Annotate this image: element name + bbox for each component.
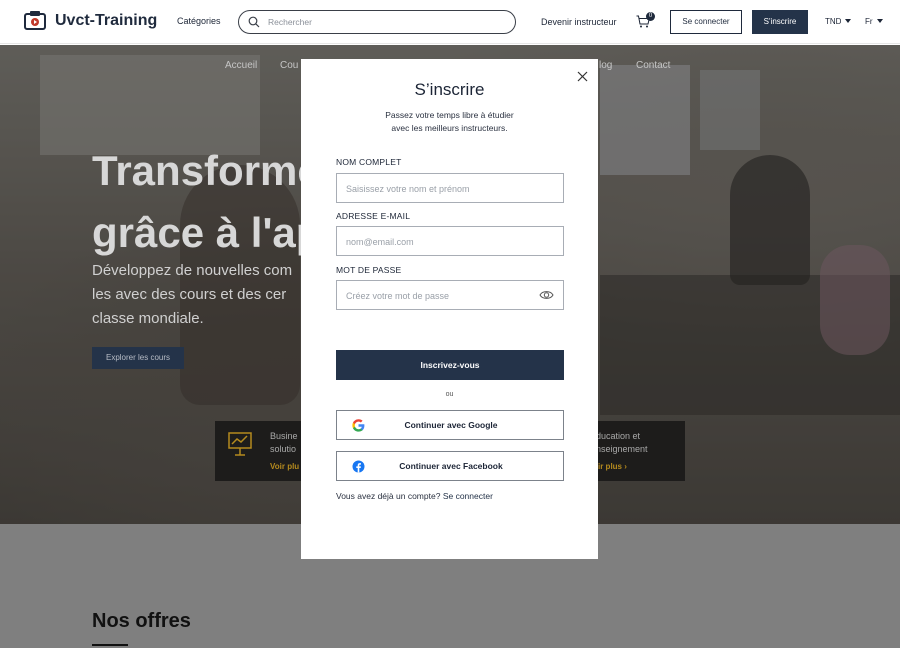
offer-card-link[interactable]: Voir plu (270, 462, 299, 471)
presentation-chart-icon (228, 432, 252, 456)
modal-subtitle-line: avec les meilleurs instructeurs. (391, 123, 508, 133)
chevron-down-icon (845, 19, 852, 23)
google-signin-button[interactable]: Continuer avec Google (336, 410, 564, 440)
offer-card-link-label: ir plus (598, 462, 623, 471)
hero-nav-courses[interactable]: Cou (280, 60, 298, 71)
currency-select[interactable]: TND (825, 17, 852, 26)
login-prompt: Vous avez déjà un compte? Se connecter (336, 491, 493, 501)
offers-title: Nos offres (92, 610, 191, 632)
hero-nav-home[interactable]: Accueil (225, 60, 257, 71)
modal-subtitle: Passez votre temps libre à étudier avec … (361, 109, 538, 135)
login-link[interactable]: Se connecter (443, 491, 493, 501)
full-name-input[interactable] (346, 181, 526, 196)
email-field[interactable] (336, 226, 564, 256)
top-navbar: Uvct-Training Catégories Devenir instruc… (0, 0, 900, 44)
search-input[interactable] (268, 14, 508, 30)
language-select[interactable]: Fr (865, 17, 883, 26)
explore-courses-button[interactable]: Explorer les cours (92, 347, 184, 369)
modal-title: S’inscrire (414, 80, 485, 99)
offer-card-text-line: ducation et (596, 431, 641, 441)
offer-card-link[interactable]: ir plus › (598, 462, 627, 471)
register-submit-button[interactable]: Inscrivez-vous (336, 350, 564, 380)
signup-button[interactable]: S'inscrire (752, 10, 808, 34)
modal-subtitle-line: Passez votre temps libre à étudier (385, 110, 514, 120)
search-icon[interactable] (248, 16, 260, 28)
categories-menu[interactable]: Catégories (177, 16, 221, 26)
offer-card-text-line: solutio (270, 444, 297, 454)
password-input[interactable] (346, 288, 526, 303)
email-input[interactable] (346, 234, 526, 249)
language-value: Fr (865, 17, 873, 26)
password-label: MOT DE PASSE (336, 265, 402, 275)
become-instructor-link[interactable]: Devenir instructeur (541, 17, 617, 27)
cart-count-badge: 0 (646, 12, 655, 21)
full-name-field[interactable] (336, 173, 564, 203)
google-signin-label: Continuer avec Google (404, 420, 498, 430)
offer-card-text: ducation et nseignement (596, 430, 648, 456)
full-name-label: NOM COMPLET (336, 157, 402, 167)
search-bar (238, 10, 516, 34)
facebook-signin-label: Continuer avec Facebook (399, 461, 503, 471)
password-field[interactable] (336, 280, 564, 310)
currency-value: TND (825, 17, 842, 26)
eye-icon[interactable] (539, 289, 554, 301)
offer-card-text: Busine solutio (270, 430, 298, 456)
brand-name[interactable]: Uvct-Training (55, 12, 157, 30)
hero-nav-contact[interactable]: Contact (636, 60, 670, 71)
signup-modal: S’inscrire Passez votre temps libre à ét… (301, 59, 598, 559)
or-divider: ou (445, 391, 454, 398)
email-label: ADRESSE E-MAIL (336, 211, 411, 221)
offer-card-text-line: Busine (270, 431, 298, 441)
offers-title-underline (92, 644, 128, 646)
chevron-down-icon (876, 19, 883, 23)
login-button[interactable]: Se connecter (670, 10, 742, 34)
facebook-signin-button[interactable]: Continuer avec Facebook (336, 451, 564, 481)
login-prompt-text: Vous avez déjà un compte? (336, 491, 441, 501)
hero-nav-blog[interactable]: log (599, 60, 612, 71)
logo-icon[interactable] (24, 11, 46, 31)
offer-card-text-line: nseignement (596, 444, 648, 454)
